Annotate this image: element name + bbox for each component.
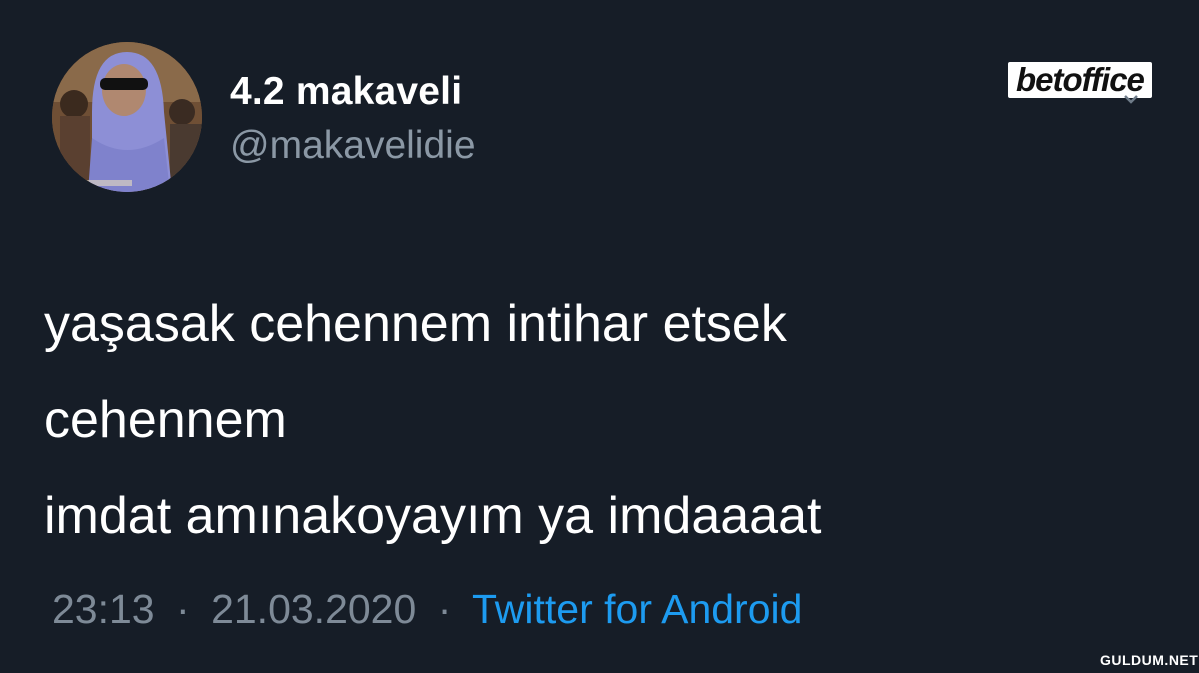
avatar-image xyxy=(52,42,202,192)
tweet-text-line: imdat amınakoyayım ya imdaaaat xyxy=(44,487,822,545)
tweet-meta: 23:13 · 21.03.2020 · Twitter for Android xyxy=(52,586,802,633)
tweet-time[interactable]: 23:13 xyxy=(52,586,155,632)
site-watermark: GULDUM.NET xyxy=(1100,652,1199,668)
tweet-text-line: yaşasak cehennem intihar etsek xyxy=(44,295,787,353)
author-handle[interactable]: @makavelidie xyxy=(230,124,476,168)
tweet-date[interactable]: 21.03.2020 xyxy=(211,586,416,632)
author-display-name[interactable]: 4.2 makaveli xyxy=(230,70,462,114)
meta-separator: · xyxy=(437,586,452,632)
meta-separator: · xyxy=(176,586,190,632)
chevron-down-icon[interactable] xyxy=(1124,94,1138,104)
tweet-text-line: cehennem xyxy=(44,391,287,449)
brand-logo: betoffice xyxy=(1008,62,1152,98)
avatar[interactable] xyxy=(52,42,202,192)
tweet-text: yaşasak cehennem intihar etsek cehennem … xyxy=(44,276,1144,564)
tweet-source-link[interactable]: Twitter for Android xyxy=(472,586,802,632)
